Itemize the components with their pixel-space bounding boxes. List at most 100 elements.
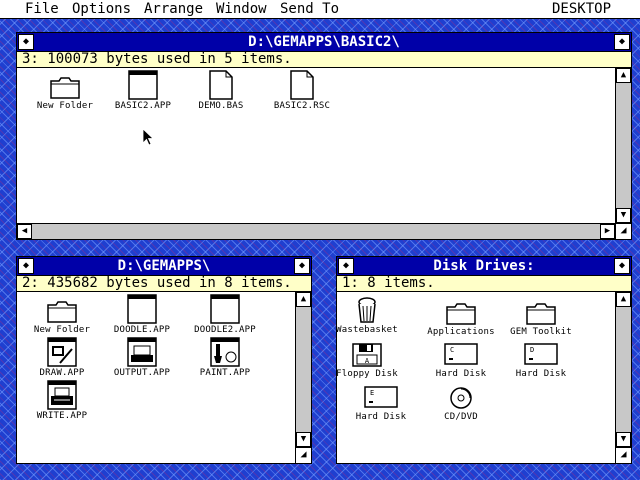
desktop-item[interactable]: Applications	[421, 302, 501, 338]
window-disk-drives: ◆ Disk Drives: ◆ 1: 8 items. Wastebasket…	[336, 256, 632, 464]
scroll-down-button[interactable]: ▼	[296, 432, 311, 447]
full-button[interactable]: ◆	[614, 258, 630, 274]
menu-bar: File Options Arrange Window Send To DESK…	[0, 0, 640, 19]
desktop-item[interactable]: CD/DVD	[421, 385, 501, 423]
file-item[interactable]: DOODLE.APP	[102, 294, 182, 336]
desktop-item[interactable]: D Hard Disk	[501, 342, 581, 380]
window-content: New Folder DOODLE.APP DOODLE2.APP DRAW.A…	[17, 292, 295, 447]
desktop-item-label: Hard Disk	[435, 369, 487, 379]
menu-send-to[interactable]: Send To	[280, 0, 339, 18]
document-icon	[209, 70, 233, 100]
menu-window[interactable]: Window	[216, 0, 267, 18]
window-content: Wastebasket Applications GEM Toolkit A F…	[336, 292, 615, 447]
desktop-item[interactable]: C Hard Disk	[421, 342, 501, 380]
arrow-up-icon: ▲	[620, 294, 627, 304]
scroll-up-button[interactable]: ▲	[616, 292, 631, 307]
window-basic2-titlebar[interactable]: ◆ D:\GEMAPPS\BASIC2\ ◆	[17, 33, 631, 51]
scroll-left-button[interactable]: ◀	[17, 224, 32, 239]
document-icon	[290, 70, 314, 100]
hard-disk-icon: C	[444, 343, 478, 365]
info-line: 3: 100073 bytes used in 5 items.	[17, 51, 631, 68]
folder-icon	[526, 303, 556, 325]
close-button[interactable]: ◆	[18, 34, 34, 50]
file-item[interactable]: WRITE.APP	[22, 380, 102, 422]
resize-handle[interactable]: ◢	[615, 223, 631, 239]
desktop-item[interactable]: E Hard Disk	[341, 385, 421, 423]
fuller-icon: ◆	[298, 260, 306, 271]
file-item-label: PAINT.APP	[199, 368, 251, 378]
window-disk-drives-titlebar[interactable]: ◆ Disk Drives: ◆	[337, 257, 631, 275]
menu-file[interactable]: File	[25, 0, 59, 18]
scroll-down-button[interactable]: ▼	[616, 208, 631, 223]
draw-app-icon	[47, 337, 77, 367]
arrow-down-icon: ▼	[620, 210, 627, 220]
app-icon	[210, 294, 240, 324]
close-button[interactable]: ◆	[338, 258, 354, 274]
close-button[interactable]: ◆	[18, 258, 34, 274]
scroll-right-button[interactable]: ▶	[600, 224, 615, 239]
file-item-label: WRITE.APP	[36, 411, 88, 421]
folder-icon	[446, 303, 476, 325]
window-gemapps-titlebar[interactable]: ◆ D:\GEMAPPS\ ◆	[17, 257, 311, 275]
desktop-item[interactable]: A Floppy Disk	[327, 342, 407, 380]
fuller-icon: ◆	[618, 260, 626, 271]
desktop-item-label: Hard Disk	[515, 369, 567, 379]
scroll-up-button[interactable]: ▲	[616, 68, 631, 83]
file-item[interactable]: PAINT.APP	[185, 337, 265, 379]
horizontal-scrollbar[interactable]: ◀ ▶	[17, 223, 615, 239]
window-title: D:\GEMAPPS\BASIC2\	[248, 34, 400, 50]
file-item[interactable]: DEMO.BAS	[181, 70, 261, 112]
file-item[interactable]: New Folder	[25, 76, 105, 112]
file-item[interactable]: BASIC2.APP	[103, 70, 183, 112]
desktop-item-label: Floppy Disk	[336, 369, 398, 379]
file-item[interactable]: DOODLE2.APP	[185, 294, 265, 336]
file-item-label: DEMO.BAS	[198, 101, 244, 111]
file-item[interactable]: OUTPUT.APP	[102, 337, 182, 379]
vertical-scrollbar[interactable]: ▲ ▼	[615, 68, 631, 223]
mouse-pointer-icon	[142, 128, 154, 146]
window-content: New Folder BASIC2.APP DEMO.BAS BASIC2.RS…	[17, 68, 615, 223]
resize-handle[interactable]: ◢	[615, 447, 631, 463]
svg-text:C: C	[450, 346, 454, 354]
window-title: D:\GEMAPPS\	[117, 258, 211, 274]
file-item-label: New Folder	[33, 325, 91, 335]
arrow-up-icon: ▲	[300, 294, 307, 304]
scroll-down-button[interactable]: ▼	[616, 432, 631, 447]
file-item[interactable]: BASIC2.RSC	[262, 70, 342, 112]
resize-icon: ◢	[620, 225, 627, 236]
resize-handle[interactable]: ◢	[295, 447, 311, 463]
desktop-item[interactable]: Wastebasket	[327, 296, 407, 336]
vertical-scrollbar[interactable]: ▲ ▼	[615, 292, 631, 463]
desktop-item-label: CD/DVD	[444, 412, 478, 422]
arrow-down-icon: ▼	[620, 434, 627, 444]
floppy-disk-icon: A	[352, 343, 382, 367]
menu-arrange[interactable]: Arrange	[144, 0, 203, 18]
app-icon	[127, 294, 157, 324]
window-gemapps: ◆ D:\GEMAPPS\ ◆ 2: 435682 bytes used in …	[16, 256, 312, 464]
folder-icon	[47, 301, 77, 323]
desktop-item-label: Hard Disk	[355, 412, 407, 422]
desktop-item[interactable]: GEM Toolkit	[501, 302, 581, 338]
arrow-up-icon: ▲	[620, 70, 627, 80]
file-item-label: BASIC2.RSC	[273, 101, 331, 111]
file-item[interactable]: New Folder	[22, 300, 102, 336]
full-button[interactable]: ◆	[614, 34, 630, 50]
close-icon: ◆	[342, 260, 350, 271]
wastebasket-icon	[358, 297, 376, 323]
file-item[interactable]: DRAW.APP	[22, 337, 102, 379]
menu-options[interactable]: Options	[72, 0, 131, 18]
scroll-up-button[interactable]: ▲	[296, 292, 311, 307]
resize-icon: ◢	[620, 449, 627, 460]
hard-disk-icon: E	[364, 386, 398, 408]
arrow-right-icon: ▶	[604, 226, 611, 236]
arrow-left-icon: ◀	[21, 226, 28, 236]
desktop-label: DESKTOP	[552, 1, 612, 17]
vertical-scrollbar[interactable]: ▲ ▼	[295, 292, 311, 463]
folder-icon	[50, 77, 80, 99]
desktop-item-label: GEM Toolkit	[510, 327, 572, 337]
fuller-icon: ◆	[618, 36, 626, 47]
info-line: 2: 435682 bytes used in 8 items.	[17, 275, 311, 292]
full-button[interactable]: ◆	[294, 258, 310, 274]
desktop-item-label: Wastebasket	[336, 325, 398, 335]
cd-dvd-icon	[450, 387, 472, 409]
